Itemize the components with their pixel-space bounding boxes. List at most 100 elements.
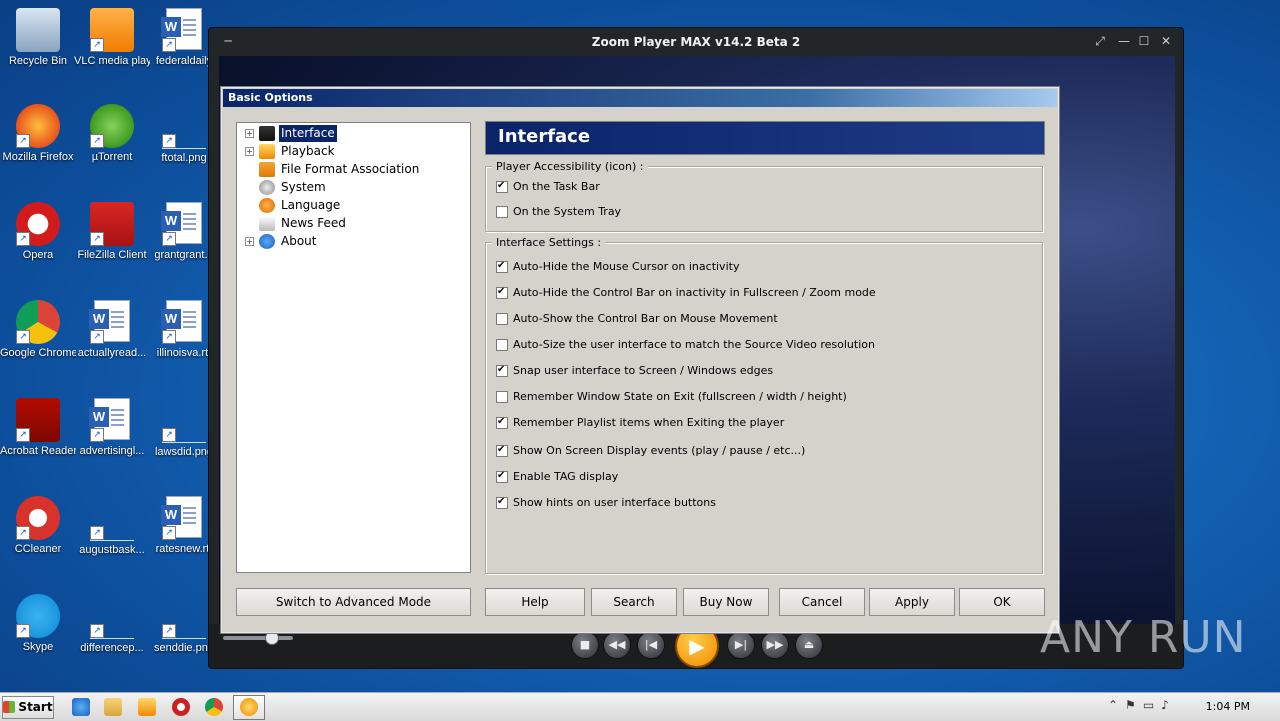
option-label: Show hints on user interface buttons <box>513 496 716 509</box>
expand-icon[interactable]: + <box>245 129 254 138</box>
tree-item-label: File Format Association <box>281 162 420 176</box>
checkbox-unchecked-icon[interactable] <box>496 313 508 325</box>
desktop-icon-label: VLC media player <box>74 55 150 67</box>
image-file-icon: ↗ <box>162 594 206 639</box>
tree-item-label: System <box>281 180 326 194</box>
stop-icon[interactable]: ■ <box>571 631 599 659</box>
shortcut-arrow-icon: ↗ <box>90 428 104 442</box>
clock[interactable]: 1:04 PM <box>1206 700 1250 713</box>
chrome-taskbar-icon[interactable] <box>205 698 223 716</box>
checkbox-checked-icon[interactable] <box>496 470 508 483</box>
checkbox-checked-icon[interactable] <box>496 180 508 193</box>
close-icon[interactable]: ✕ <box>1159 34 1173 48</box>
apply-button[interactable]: Apply <box>869 588 955 616</box>
desktop-icon[interactable]: ↗ actuallyread... <box>74 300 150 360</box>
tree-item[interactable]: + About <box>237 233 467 250</box>
opera-icon: ↗ <box>16 202 60 246</box>
desktop-icon[interactable]: ↗ advertisingl... <box>74 398 150 458</box>
shortcut-arrow-icon: ↗ <box>90 330 104 344</box>
search-button[interactable]: Search <box>591 588 677 616</box>
skype-icon: ↗ <box>16 594 60 638</box>
image-file-icon: ↗ <box>90 594 134 639</box>
tree-item[interactable]: + Playback <box>237 143 467 160</box>
explorer-taskbar-icon[interactable] <box>104 698 122 716</box>
tree-item[interactable]: Language <box>237 197 467 214</box>
next-icon[interactable]: ▶| <box>727 631 755 659</box>
shortcut-arrow-icon: ↗ <box>162 232 176 246</box>
desktop-icon[interactable]: Recycle Bin <box>0 8 76 68</box>
option-label: Auto-Hide the Mouse Cursor on inactivity <box>513 260 740 273</box>
opera-taskbar-icon[interactable] <box>172 698 190 716</box>
buy-now-button[interactable]: Buy Now <box>683 588 769 616</box>
minimize-icon[interactable]: — <box>1117 34 1131 48</box>
basic-options-dialog: Basic Options + Interface + Playback File Fo… <box>220 86 1060 634</box>
ok-button[interactable]: OK <box>959 588 1045 616</box>
fast-forward-icon[interactable]: ▶▶ <box>761 631 789 659</box>
checkbox-unchecked-icon[interactable] <box>496 391 508 403</box>
desktop-icon[interactable]: ↗ augustbask... <box>74 496 150 557</box>
desktop-icon[interactable]: ↗ VLC media player <box>74 8 150 68</box>
desktop-icon-label: Opera <box>22 249 54 261</box>
start-button[interactable]: Start <box>2 696 54 719</box>
checkbox-checked-icon[interactable] <box>496 260 508 273</box>
cancel-button[interactable]: Cancel <box>779 588 865 616</box>
shortcut-arrow-icon: ↗ <box>16 624 30 638</box>
word-doc-icon: ↗ <box>89 398 134 442</box>
checkbox-checked-icon[interactable] <box>496 496 508 509</box>
desktop-icon[interactable]: ↗ µTorrent <box>74 104 150 164</box>
desktop-icon[interactable]: ↗ Opera <box>0 202 76 262</box>
maximize-icon[interactable]: ☐ <box>1137 34 1151 48</box>
shortcut-arrow-icon: ↗ <box>162 134 176 148</box>
word-doc-icon: ↗ <box>89 300 134 344</box>
shortcut-arrow-icon: ↗ <box>162 38 176 52</box>
desktop-icon[interactable]: ↗ Mozilla Firefox <box>0 104 76 164</box>
shortcut-arrow-icon: ↗ <box>90 38 104 52</box>
zoom-player-taskbar-button[interactable] <box>233 695 265 720</box>
fullscreen-icon[interactable]: ⤢ <box>1093 34 1107 48</box>
shortcut-arrow-icon: ↗ <box>90 134 104 148</box>
desktop-icon[interactable]: ↗ Google Chrome <box>0 300 76 360</box>
shortcut-arrow-icon: ↗ <box>162 428 176 442</box>
dialog-title: Basic Options <box>223 89 1057 107</box>
shortcut-arrow-icon: ↗ <box>90 232 104 246</box>
tree-item[interactable]: System <box>237 179 467 196</box>
image-file-icon: ↗ <box>162 398 206 443</box>
shortcut-arrow-icon: ↗ <box>16 526 30 540</box>
seek-bar[interactable] <box>223 631 293 645</box>
desktop-icon[interactable]: ↗ Acrobat Reader DC <box>0 398 76 458</box>
expand-icon[interactable]: + <box>245 237 254 246</box>
expand-icon[interactable]: + <box>245 147 254 156</box>
taskbar: Start ⌃⚑▭♪ 1:04 PM <box>0 692 1280 721</box>
checkbox-unchecked-icon[interactable] <box>496 339 508 351</box>
tree-item[interactable]: + Interface <box>237 124 467 143</box>
image-file-icon: ↗ <box>162 104 206 149</box>
tree-item-label: Playback <box>281 144 335 158</box>
tree-item-label: Interface <box>278 124 338 143</box>
rewind-icon[interactable]: ◀◀ <box>603 631 631 659</box>
ie-taskbar-icon[interactable] <box>72 698 90 716</box>
previous-icon[interactable]: |◀ <box>637 631 665 659</box>
tree-item-label: Language <box>281 198 341 212</box>
checkbox-checked-icon[interactable] <box>496 286 508 299</box>
tree-item[interactable]: File Format Association <box>237 161 467 178</box>
acrobat-icon: ↗ <box>16 398 60 442</box>
desktop-icon[interactable]: ↗ Skype <box>0 594 76 654</box>
media-player-taskbar-icon[interactable] <box>138 698 156 716</box>
desktop-icon[interactable]: ↗ FileZilla Client <box>74 202 150 262</box>
option-label: Remember Playlist items when Exiting the… <box>513 416 785 429</box>
checkbox-unchecked-icon[interactable] <box>496 206 508 218</box>
open-file-icon[interactable]: ⏏ <box>795 631 823 659</box>
desktop-icon[interactable]: ↗ differencep... <box>74 594 150 655</box>
system-tray[interactable]: ⌃⚑▭♪ <box>1108 698 1176 716</box>
switch-advanced-button[interactable]: Switch to Advanced Mode <box>236 588 471 616</box>
checkbox-checked-icon[interactable] <box>496 416 508 429</box>
tree-item[interactable]: News Feed <box>237 215 467 232</box>
menu-icon[interactable]: ─ <box>221 34 235 48</box>
news-feed-icon <box>259 216 275 231</box>
checkbox-checked-icon[interactable] <box>496 364 508 377</box>
checkbox-checked-icon[interactable] <box>496 444 508 457</box>
shortcut-arrow-icon: ↗ <box>16 232 30 246</box>
option-label: Snap user interface to Screen / Windows … <box>513 364 774 377</box>
help-button[interactable]: Help <box>485 588 585 616</box>
desktop-icon[interactable]: ↗ CCleaner <box>0 496 76 556</box>
